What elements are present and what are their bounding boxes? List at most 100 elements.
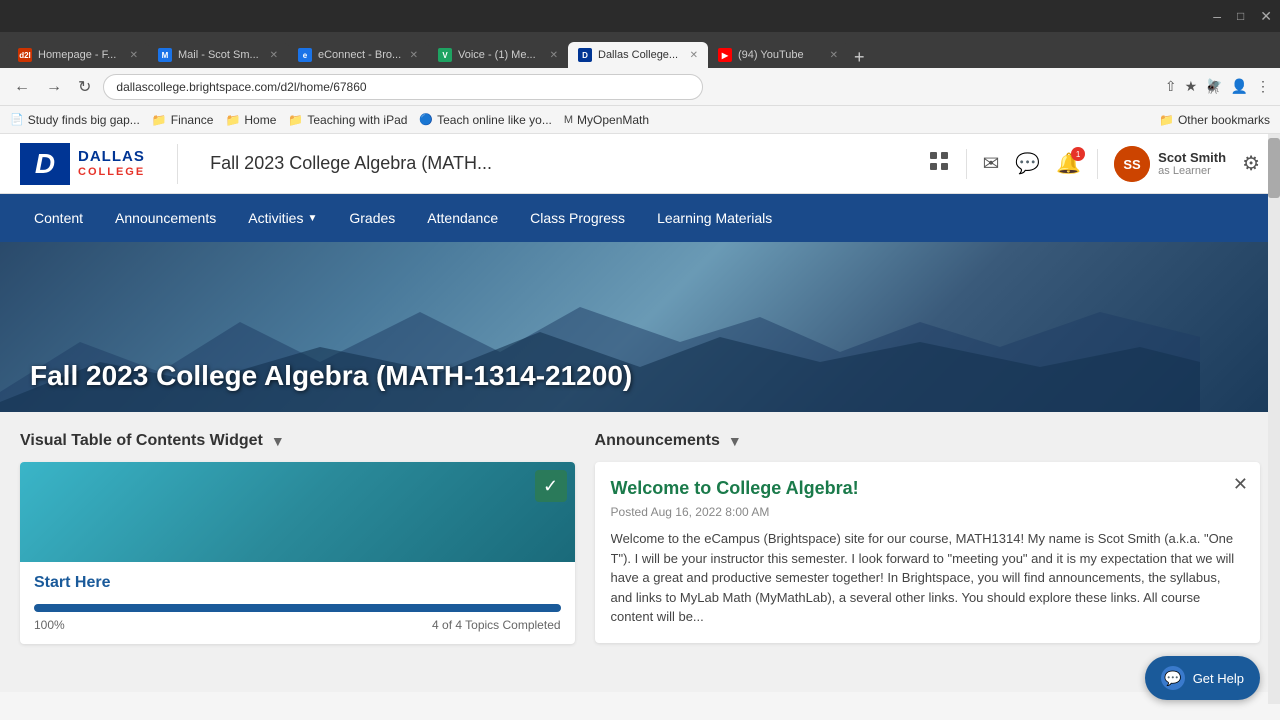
bookmark-2[interactable]: 📁 Finance xyxy=(152,113,214,127)
widget-toc-arrow: ▼ xyxy=(271,433,285,449)
nav-item-learning-materials[interactable]: Learning Materials xyxy=(643,204,786,232)
nav-label-attendance: Attendance xyxy=(427,210,498,226)
bookmark-folder-icon-4: 📁 xyxy=(288,113,303,127)
maximize-btn[interactable]: □ xyxy=(1237,9,1244,23)
share-icon[interactable]: ⇧ xyxy=(1165,78,1177,95)
tab-icon-5: D xyxy=(578,48,592,62)
tab-close-5[interactable]: ✕ xyxy=(690,50,698,61)
nav-item-class-progress[interactable]: Class Progress xyxy=(516,204,639,232)
tabs-row: d2l Homepage - F... ✕ M Mail - Scot Sm..… xyxy=(0,32,1280,68)
scrollbar-thumb[interactable] xyxy=(1268,138,1280,198)
lms-wrapper: D DALLAS COLLEGE Fall 2023 College Algeb… xyxy=(0,134,1280,692)
apps-grid-button[interactable]: ​ xyxy=(928,150,950,178)
nav-label-class-progress: Class Progress xyxy=(530,210,625,226)
card-title-start-here[interactable]: Start Here xyxy=(20,562,575,604)
menu-icon[interactable]: ⋮ xyxy=(1256,78,1270,95)
announcement-date: Posted Aug 16, 2022 8:00 AM xyxy=(611,505,1244,519)
settings-button[interactable]: ⚙ xyxy=(1242,151,1260,176)
new-tab-button[interactable]: + xyxy=(848,47,871,68)
user-section[interactable]: SS Scot Smith as Learner xyxy=(1114,146,1226,182)
minimize-btn[interactable]: – xyxy=(1213,8,1221,24)
bookmark-5[interactable]: 🔵 Teach online like yo... xyxy=(419,113,551,127)
forward-button[interactable]: → xyxy=(42,74,66,100)
announcements-title: Announcements xyxy=(595,432,720,450)
bookmark-other[interactable]: 📁 Other bookmarks xyxy=(1159,113,1270,127)
nav-label-announcements: Announcements xyxy=(115,210,216,226)
bookmark-label-1: Study finds big gap... xyxy=(28,113,140,127)
content-card-start-here: ✓ Start Here 100% 4 of 4 Topics Complete… xyxy=(20,462,575,644)
tab-label-1: Homepage - F... xyxy=(38,49,116,61)
close-btn[interactable]: ✕ xyxy=(1260,8,1272,25)
profile-icon[interactable]: 👤 xyxy=(1231,78,1248,95)
widget-toc-title: Visual Table of Contents Widget xyxy=(20,432,263,450)
tab-close-1[interactable]: ✕ xyxy=(130,50,138,61)
browser-tab-3[interactable]: e eConnect - Bro... ✕ xyxy=(288,42,428,68)
bookmark-star-icon[interactable]: ★ xyxy=(1185,78,1198,95)
browser-tab-5[interactable]: D Dallas College... ✕ xyxy=(568,42,708,68)
bookmark-page-icon-5: 🔵 xyxy=(419,113,433,126)
tab-close-3[interactable]: ✕ xyxy=(410,50,418,61)
bookmark-label-2: Finance xyxy=(171,113,214,127)
user-avatar: SS xyxy=(1114,146,1150,182)
bookmark-folder-icon-3: 📁 xyxy=(225,113,240,127)
bookmarks-bar: 📄 Study finds big gap... 📁 Finance 📁 Hom… xyxy=(0,106,1280,134)
hero-title: Fall 2023 College Algebra (MATH-1314-212… xyxy=(30,360,632,392)
tab-close-6[interactable]: ✕ xyxy=(830,50,838,61)
hero-banner: Fall 2023 College Algebra (MATH-1314-212… xyxy=(0,242,1280,412)
dallas-college-logo[interactable]: D DALLAS COLLEGE xyxy=(20,143,145,185)
back-button[interactable]: ← xyxy=(10,74,34,100)
bookmark-label-6: MyOpenMath xyxy=(577,113,649,127)
bookmark-4[interactable]: 📁 Teaching with iPad xyxy=(288,113,407,127)
nav-item-grades[interactable]: Grades xyxy=(335,204,409,232)
reload-button[interactable]: ↻ xyxy=(74,73,95,101)
address-bar[interactable] xyxy=(103,74,703,100)
tab-label-5: Dallas College... xyxy=(598,49,678,61)
browser-tab-2[interactable]: M Mail - Scot Sm... ✕ xyxy=(148,42,288,68)
widget-header-toc[interactable]: Visual Table of Contents Widget ▼ xyxy=(20,432,575,450)
browser-chrome: – □ ✕ d2l Homepage - F... ✕ M Mail - Sco… xyxy=(0,0,1280,134)
tab-close-4[interactable]: ✕ xyxy=(550,50,558,61)
lms-navigation: Content Announcements Activities ▼ Grade… xyxy=(0,194,1280,242)
nav-item-attendance[interactable]: Attendance xyxy=(413,204,512,232)
page-scrollbar[interactable] xyxy=(1268,134,1280,704)
notification-badge: 1 xyxy=(1071,147,1085,161)
announcement-close-button[interactable]: ✕ xyxy=(1233,474,1248,495)
progress-labels: 100% 4 of 4 Topics Completed xyxy=(34,618,561,632)
nav-item-announcements[interactable]: Announcements xyxy=(101,204,230,232)
bookmark-label-other: Other bookmarks xyxy=(1178,113,1270,127)
bookmark-folder-icon-other: 📁 xyxy=(1159,113,1174,127)
get-help-label: Get Help xyxy=(1193,671,1244,686)
extension-icon[interactable]: 🪰 xyxy=(1205,78,1222,95)
card-check-icon: ✓ xyxy=(535,470,567,502)
nav-item-activities[interactable]: Activities ▼ xyxy=(234,204,331,232)
progress-section: 100% 4 of 4 Topics Completed xyxy=(20,604,575,644)
tab-icon-6: ▶ xyxy=(718,48,732,62)
tab-close-2[interactable]: ✕ xyxy=(270,50,278,61)
announcements-arrow-icon[interactable]: ▼ xyxy=(728,433,742,449)
tab-label-4: Voice - (1) Me... xyxy=(458,49,536,61)
messages-button[interactable]: 💬 xyxy=(1015,151,1040,176)
announcement-title[interactable]: Welcome to College Algebra! xyxy=(611,478,1244,499)
browser-tab-4[interactable]: V Voice - (1) Me... ✕ xyxy=(428,42,568,68)
logo-name-bottom: COLLEGE xyxy=(78,166,145,179)
browser-tab-1[interactable]: d2l Homepage - F... ✕ xyxy=(8,42,148,68)
bookmark-label-5: Teach online like yo... xyxy=(437,113,552,127)
nav-item-content[interactable]: Content xyxy=(20,204,97,232)
notifications-button[interactable]: 🔔 1 xyxy=(1056,151,1081,176)
nav-bar: ← → ↻ ⇧ ★ 🪰 👤 ⋮ xyxy=(0,68,1280,106)
bookmark-page-icon-1: 📄 xyxy=(10,113,24,126)
bookmark-3[interactable]: 📁 Home xyxy=(225,113,276,127)
header-logo-divider xyxy=(177,144,178,184)
nav-label-learning-materials: Learning Materials xyxy=(657,210,772,226)
bookmark-6[interactable]: M MyOpenMath xyxy=(564,113,649,127)
nav-label-activities: Activities xyxy=(248,210,303,226)
hero-mountains-svg xyxy=(0,292,1200,412)
email-button[interactable]: ✉ xyxy=(983,151,1000,176)
nav-icons: ⇧ ★ 🪰 👤 ⋮ xyxy=(1165,78,1270,95)
progress-percent-label: 100% xyxy=(34,618,65,632)
get-help-button[interactable]: 💬 Get Help xyxy=(1145,656,1260,700)
tab-icon-2: M xyxy=(158,48,172,62)
browser-tab-6[interactable]: ▶ (94) YouTube ✕ xyxy=(708,42,848,68)
user-name: Scot Smith xyxy=(1158,150,1226,165)
bookmark-1[interactable]: 📄 Study finds big gap... xyxy=(10,113,140,127)
